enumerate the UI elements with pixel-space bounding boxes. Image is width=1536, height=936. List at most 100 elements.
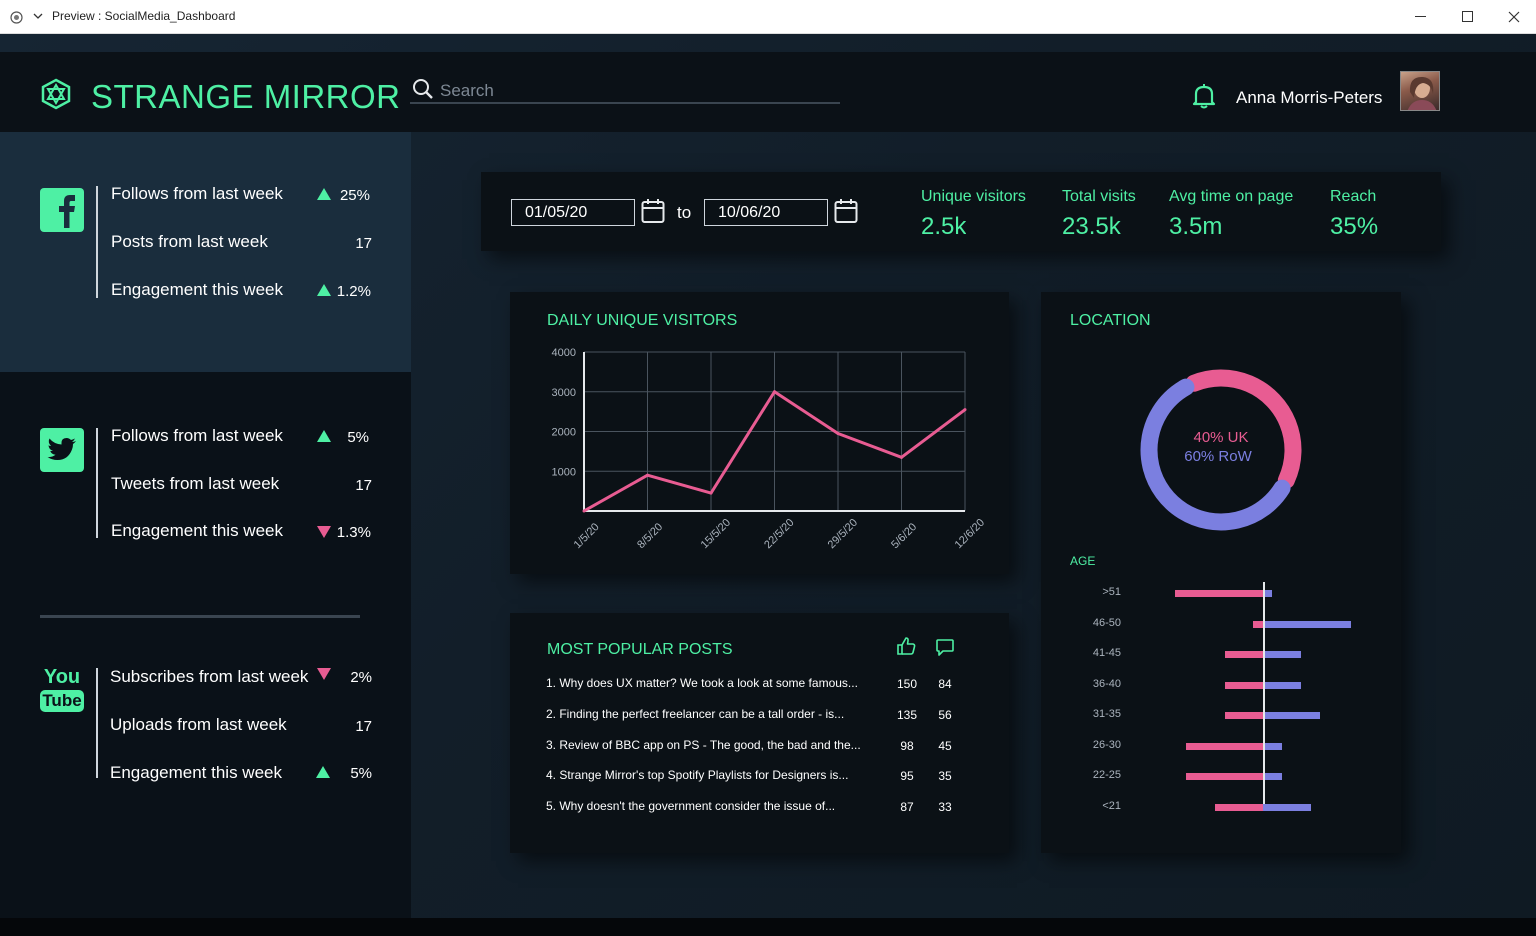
data-point: [709, 491, 713, 495]
post-title[interactable]: 3. Review of BBC app on PS - The good, t…: [546, 738, 861, 752]
post-title[interactable]: 4. Strange Mirror's top Spotify Playlist…: [546, 768, 848, 782]
window-bottom-edge: [0, 918, 1536, 936]
bell-icon[interactable]: [1192, 83, 1216, 109]
avatar[interactable]: [1400, 71, 1440, 111]
age-bar-pink: [1186, 773, 1263, 780]
posts-title: MOST POPULAR POSTS: [547, 641, 733, 658]
x-tick-label: 8/5/20: [635, 521, 665, 551]
brand-name: STRANGE MIRROR: [91, 78, 401, 115]
date-from-input[interactable]: 01/05/20: [511, 199, 635, 226]
logo-icon: [41, 78, 71, 110]
post-likes: 87: [900, 800, 914, 815]
facebook-follows-label: Follows from last week: [111, 184, 283, 203]
post-comments: 56: [938, 707, 952, 722]
search-bar[interactable]: [410, 78, 840, 104]
post-comments: 35: [938, 769, 952, 784]
twitter-follows-label: Follows from last week: [111, 426, 283, 445]
search-input[interactable]: [440, 80, 830, 102]
kpi-reach-value: 35%: [1330, 213, 1379, 234]
twitter-tweets-value: 17: [355, 477, 372, 494]
youtube-logo-you: You: [43, 666, 81, 688]
post-comments: 84: [938, 677, 952, 691]
facebook-follows-value: 25%: [339, 187, 370, 204]
age-group-label: 46-50: [1092, 616, 1121, 629]
kpi-total-visits-label: Total visits: [1062, 188, 1136, 205]
data-point: [836, 431, 840, 435]
age-group-label: 31-35: [1092, 708, 1121, 720]
filter-kpi-card: 01/05/20 to 10/06/20 Unique visitors 2.5…: [481, 172, 1441, 251]
kpi-total-visits-value: 23.5k: [1062, 213, 1121, 234]
x-tick-label: 15/5/20: [699, 517, 733, 551]
calendar-icon[interactable]: [641, 198, 665, 224]
post-likes: 98: [900, 738, 914, 753]
youtube-uploads-label: Uploads from last week: [110, 715, 287, 734]
visitors-chart-card: DAILY UNIQUE VISITORS 1000 2000 3000 4000 1/…: [510, 292, 1009, 574]
user-name[interactable]: Anna Morris-Peters: [1236, 88, 1382, 108]
y-tick-label: 3000: [552, 387, 576, 399]
chevron-down-icon[interactable]: [33, 13, 43, 21]
age-bar-pink: [1253, 620, 1263, 628]
data-point: [963, 408, 967, 412]
x-tick-label: 5/6/20: [889, 521, 919, 551]
youtube-logo-tube: Tube: [40, 690, 84, 712]
dashboard: STRANGE MIRROR Anna Morris-Peters Follow…: [0, 34, 1536, 918]
age-bar-blue: [1263, 681, 1301, 689]
age-bar-pink: [1175, 590, 1263, 597]
youtube-icon: You Tube: [40, 666, 84, 716]
age-group-label: 22-25: [1092, 769, 1121, 781]
post-likes: 95: [900, 769, 914, 784]
post-title[interactable]: 5. Why doesn't the government consider t…: [546, 799, 835, 813]
sidebar-divider: [40, 615, 360, 618]
facebook-divider-line: [96, 186, 98, 298]
x-tick-label: 29/5/20: [826, 517, 860, 551]
age-bar-blue: [1263, 620, 1351, 628]
y-tick-label: 2000: [552, 427, 576, 439]
facebook-panel: Follows from last week 25% Posts from la…: [0, 132, 411, 372]
age-group-label: 41-45: [1092, 647, 1121, 659]
app-window: Preview : SocialMedia_Dashboard STRANGE …: [0, 0, 1536, 936]
line-chart: 1000 2000 3000 4000 1/5/20 8/5/20 15/5/20 22/5/…: [552, 347, 988, 551]
age-bar-blue: [1263, 803, 1311, 811]
facebook-posts-label: Posts from last week: [111, 232, 268, 251]
location-card: LOCATION 40% UK 60% RoW AGE >51 46-50 41-4…: [1041, 292, 1401, 853]
twitter-engagement-value: 1.3%: [336, 524, 371, 541]
age-bar-pink: [1225, 712, 1263, 719]
minimize-icon[interactable]: [1415, 16, 1426, 18]
app-icon: [10, 11, 23, 24]
kpi-avg-time-label: Avg time on page: [1169, 188, 1294, 205]
close-icon[interactable]: [1508, 11, 1520, 23]
y-tick-label: 1000: [552, 466, 576, 478]
age-bar-blue: [1263, 712, 1320, 719]
twitter-divider-line: [96, 428, 98, 538]
data-point: [582, 509, 586, 513]
age-bar-blue: [1263, 651, 1301, 658]
top-header: STRANGE MIRROR Anna Morris-Peters: [0, 52, 1536, 132]
post-title[interactable]: 2. Finding the perfect freelancer can be…: [546, 707, 844, 721]
post-comments: 45: [938, 738, 952, 753]
thumbs-up-icon[interactable]: [897, 637, 916, 655]
comment-icon[interactable]: [936, 639, 954, 656]
age-title: AGE: [1070, 554, 1096, 568]
x-tick-label: 22/5/20: [762, 517, 796, 551]
data-point: [773, 390, 776, 394]
window-title: Preview : SocialMedia_Dashboard: [52, 9, 236, 23]
calendar-icon[interactable]: [834, 198, 858, 224]
facebook-engagement-label: Engagement this week: [111, 280, 283, 299]
youtube-uploads-value: 17: [355, 718, 372, 735]
youtube-subscribes-label: Subscribes from last week: [110, 667, 309, 686]
kpi-unique-visitors-value: 2.5k: [921, 213, 967, 234]
date-to-input[interactable]: 10/06/20: [704, 199, 828, 226]
maximize-icon[interactable]: [1462, 11, 1473, 22]
post-title[interactable]: 1. Why does UX matter? We took a look at…: [546, 676, 858, 690]
age-bar-pink: [1215, 803, 1263, 811]
kpi-avg-time-value: 3.5m: [1169, 213, 1223, 234]
data-point: [900, 455, 903, 459]
age-group-label: >51: [1102, 586, 1121, 598]
data-point: [646, 473, 649, 477]
search-icon[interactable]: [412, 78, 434, 100]
kpi-reach-label: Reach: [1330, 188, 1377, 205]
age-group-label: <21: [1102, 799, 1121, 812]
youtube-divider-line: [96, 668, 98, 778]
post-likes: 150: [896, 677, 918, 691]
popular-posts-card: MOST POPULAR POSTS 1. Why does UX matter…: [510, 613, 1009, 853]
